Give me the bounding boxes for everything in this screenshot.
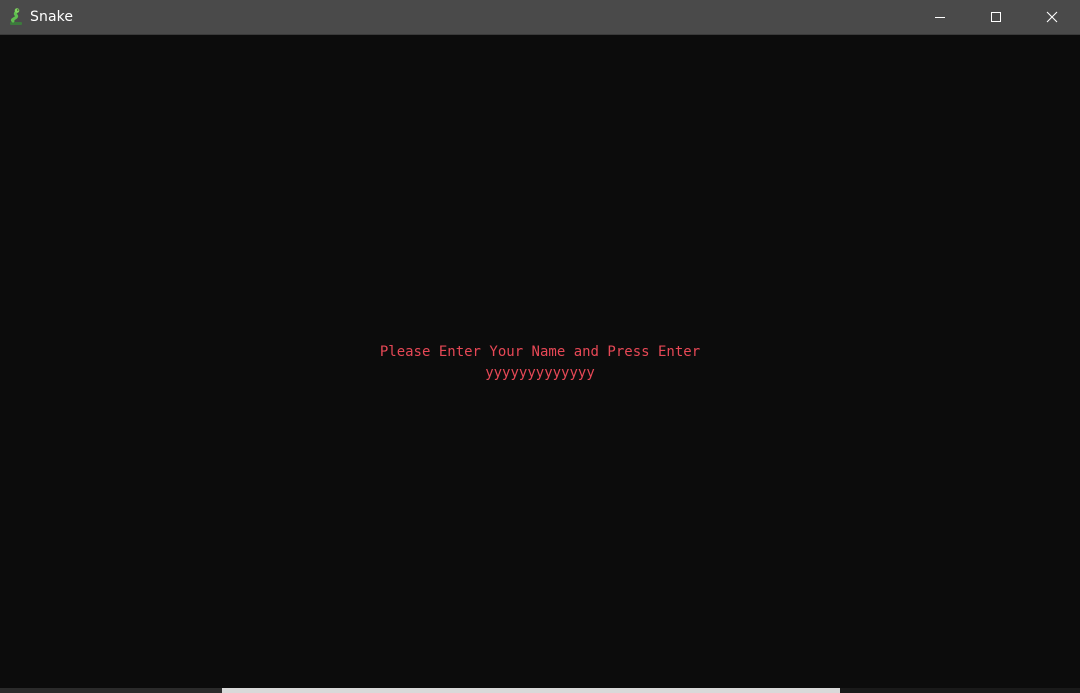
taskbar-edge-left (0, 688, 222, 693)
maximize-button[interactable] (968, 0, 1024, 34)
taskbar-edge-right (840, 688, 1080, 693)
minimize-icon (935, 17, 945, 18)
minimize-button[interactable] (912, 0, 968, 34)
close-icon (1046, 11, 1058, 23)
taskbar-edge-middle (222, 688, 840, 693)
snake-window: Snake Please Enter Your Name and Press E… (0, 0, 1080, 693)
title-bar[interactable]: Snake (0, 0, 1080, 35)
window-controls (912, 0, 1080, 34)
taskbar-edge (0, 688, 1080, 693)
close-button[interactable] (1024, 0, 1080, 34)
snake-icon (8, 8, 24, 26)
name-prompt: Please Enter Your Name and Press Enter (379, 344, 701, 360)
console-area[interactable]: Please Enter Your Name and Press Enter y… (0, 35, 1080, 688)
window-title: Snake (30, 9, 74, 25)
name-input[interactable]: yyyyyyyyyyyyy (0, 363, 1080, 384)
maximize-icon (991, 12, 1001, 22)
